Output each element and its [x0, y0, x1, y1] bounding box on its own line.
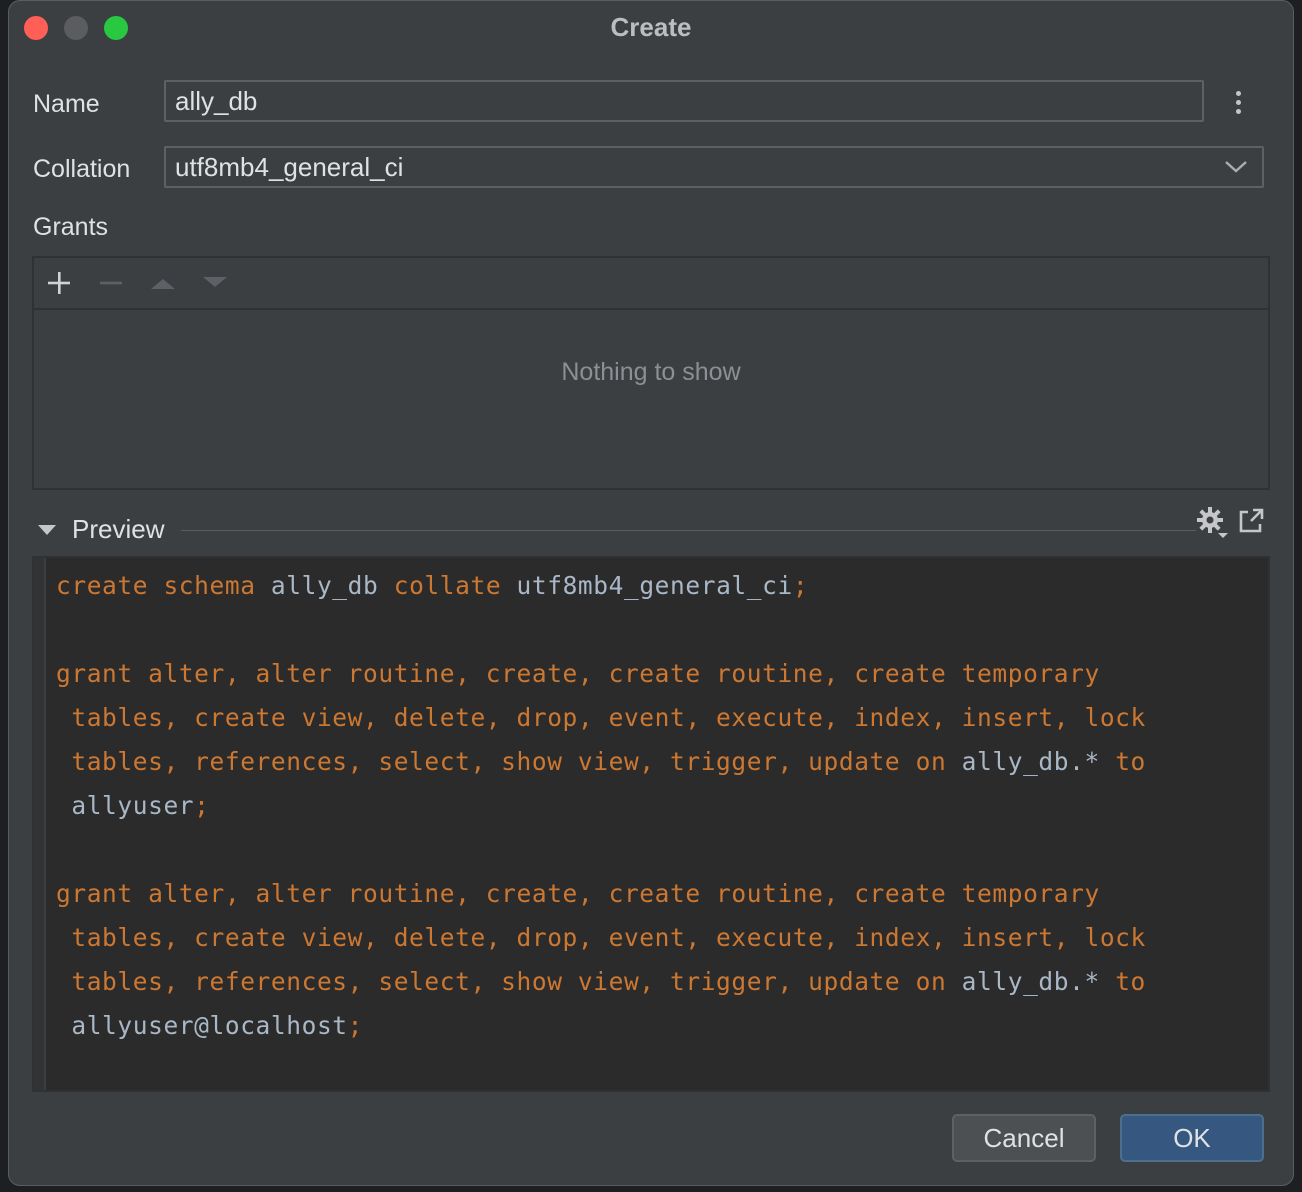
code-token: collate — [393, 571, 517, 600]
code-line: tables, create view, delete, drop, event… — [56, 916, 1256, 960]
code-token: allyuser@localhost — [56, 1011, 348, 1040]
chevron-down-icon — [1225, 161, 1247, 173]
code-token: ; — [792, 571, 809, 600]
remove-icon[interactable] — [98, 270, 124, 296]
code-line: tables, references, select, show view, t… — [56, 960, 1256, 1004]
code-token: to — [1115, 747, 1146, 776]
code-token: ally_db.* — [961, 747, 1116, 776]
editor-gutter — [34, 558, 46, 1090]
code-token: tables, create view, delete, drop, event… — [56, 923, 1146, 952]
gear-icon[interactable] — [1196, 506, 1230, 540]
code-line: grant alter, alter routine, create, crea… — [56, 652, 1256, 696]
code-token: tables, create view, delete, drop, event… — [56, 703, 1146, 732]
collation-value: utf8mb4_general_ci — [175, 152, 404, 182]
open-in-window-icon[interactable] — [1236, 506, 1266, 536]
dialog-title: Create — [610, 12, 692, 42]
sql-code: create schema ally_db collate utf8mb4_ge… — [56, 564, 1256, 1048]
sql-preview-editor[interactable]: create schema ally_db collate utf8mb4_ge… — [32, 556, 1270, 1092]
code-line: tables, create view, delete, drop, event… — [56, 696, 1256, 740]
grants-toolbar — [34, 258, 1268, 310]
code-line: grant alter, alter routine, create, crea… — [56, 872, 1256, 916]
code-line: create schema ally_db collate utf8mb4_ge… — [56, 564, 1256, 608]
preview-header[interactable]: Preview — [36, 507, 1286, 548]
code-token: tables, references, select, show view, t… — [56, 967, 962, 996]
code-line: allyuser@localhost; — [56, 1004, 1256, 1048]
move-up-icon[interactable] — [150, 270, 176, 296]
create-dialog: Create Name ally_db Collation utf8mb4_ge… — [8, 0, 1294, 1186]
collation-label: Collation — [33, 155, 131, 183]
code-token: grant alter, alter routine, create, crea… — [56, 659, 1100, 688]
code-token: tables, references, select, show view, t… — [56, 747, 962, 776]
code-line: tables, references, select, show view, t… — [56, 740, 1256, 784]
more-options-icon[interactable] — [1228, 88, 1248, 118]
empty-state-text: Nothing to show — [561, 358, 741, 386]
add-icon[interactable] — [46, 270, 72, 296]
grants-table: Nothing to show — [32, 256, 1270, 490]
code-token: to — [1115, 967, 1146, 996]
code-token: utf8mb4_general_ci — [516, 571, 793, 600]
move-down-icon[interactable] — [202, 270, 228, 296]
code-token: ally_db.* — [961, 967, 1116, 996]
grants-label: Grants — [33, 213, 109, 241]
ok-button[interactable]: OK — [1120, 1114, 1264, 1162]
code-token: allyuser — [56, 791, 195, 820]
cancel-button[interactable]: Cancel — [952, 1114, 1096, 1162]
collapse-arrow-icon[interactable] — [36, 522, 58, 538]
preview-label: Preview — [72, 514, 165, 544]
title-bar: Create — [8, 0, 1294, 54]
collation-select[interactable]: utf8mb4_general_ci — [164, 146, 1264, 188]
code-line: allyuser; — [56, 784, 1256, 828]
code-token: create schema — [56, 571, 271, 600]
code-token: ally_db — [270, 571, 394, 600]
preview-divider — [181, 530, 1196, 531]
name-input[interactable]: ally_db — [164, 80, 1204, 122]
code-token: ; — [347, 1011, 364, 1040]
code-token: ; — [194, 791, 210, 820]
name-label: Name — [33, 90, 100, 118]
code-token: grant alter, alter routine, create, crea… — [56, 879, 1100, 908]
